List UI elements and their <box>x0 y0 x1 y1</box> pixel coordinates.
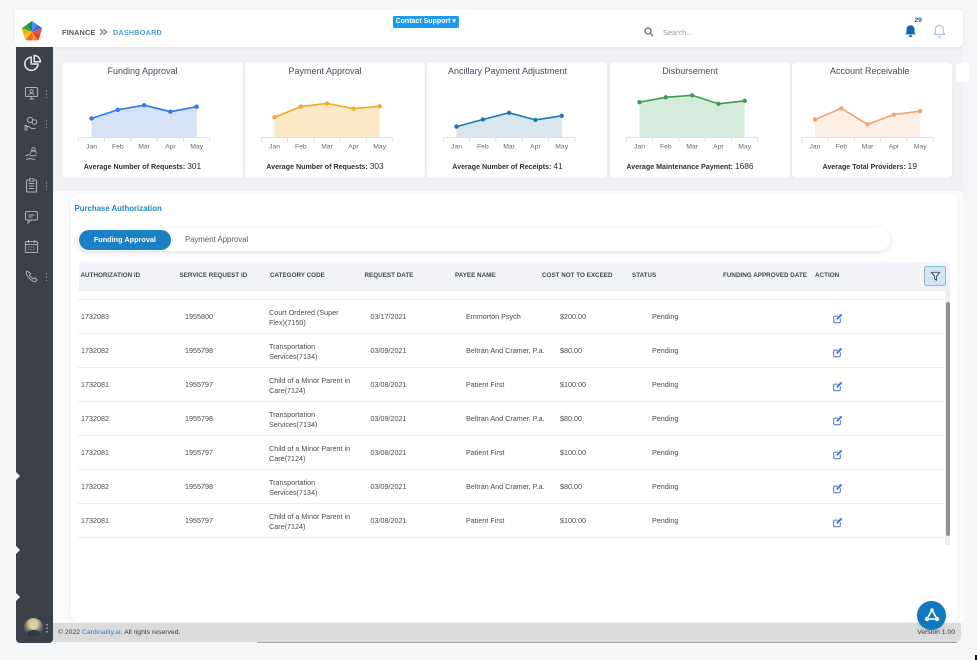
svg-text:Feb: Feb <box>294 143 306 150</box>
svg-text:Mar: Mar <box>862 143 874 150</box>
svg-text:Apr: Apr <box>530 143 541 150</box>
svg-text:Mar: Mar <box>138 143 150 150</box>
svg-text:May: May <box>738 143 751 150</box>
svg-text:Feb: Feb <box>659 143 671 150</box>
svg-text:Feb: Feb <box>111 143 123 150</box>
svg-text:Apr: Apr <box>348 143 359 150</box>
svg-text:May: May <box>914 143 927 150</box>
svg-text:Mar: Mar <box>686 143 698 150</box>
svg-text:May: May <box>555 143 568 150</box>
svg-text:Mar: Mar <box>503 143 515 150</box>
svg-text:Jan: Jan <box>634 143 645 150</box>
svg-text:Feb: Feb <box>477 143 489 150</box>
svg-text:Apr: Apr <box>165 143 176 150</box>
svg-text:Apr: Apr <box>713 143 724 150</box>
svg-text:Apr: Apr <box>889 143 900 150</box>
svg-text:Feb: Feb <box>835 143 847 150</box>
svg-text:May: May <box>373 143 386 150</box>
svg-text:Mar: Mar <box>321 143 333 150</box>
svg-text:May: May <box>190 143 203 150</box>
svg-text:Jan: Jan <box>269 143 280 150</box>
svg-text:Jan: Jan <box>451 143 462 150</box>
svg-text:Jan: Jan <box>86 143 97 150</box>
svg-text:Jan: Jan <box>810 143 821 150</box>
